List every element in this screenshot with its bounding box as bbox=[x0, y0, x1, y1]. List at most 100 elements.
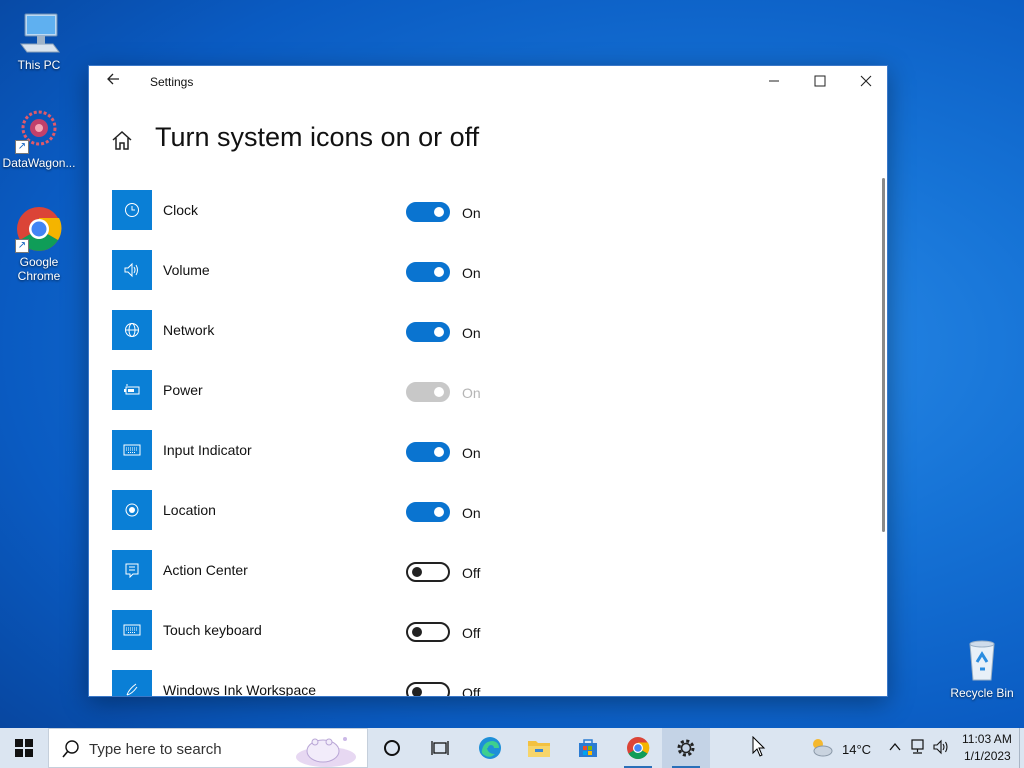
battery-icon bbox=[112, 370, 152, 410]
pen-icon bbox=[112, 670, 152, 696]
system-icons-list: Clock On Volume On Network On Power On I… bbox=[112, 190, 812, 697]
chrome-icon bbox=[627, 737, 650, 759]
toggle-state-text: On bbox=[462, 325, 481, 341]
search-placeholder: Type here to search bbox=[89, 741, 222, 758]
page-title: Turn system icons on or off bbox=[155, 122, 480, 152]
home-icon[interactable] bbox=[109, 128, 135, 154]
toggle-state-text: Off bbox=[462, 685, 481, 697]
desktop-icon-datawagon[interactable]: ↗ DataWagon... bbox=[1, 106, 77, 170]
search-highlight-illustration-icon bbox=[293, 731, 359, 767]
touch-keyboard-toggle[interactable] bbox=[406, 622, 450, 642]
clock-date[interactable]: 1/1/2023 bbox=[964, 749, 1011, 763]
back-arrow-icon[interactable] bbox=[103, 72, 123, 92]
taskbar-edge-button[interactable] bbox=[466, 728, 514, 768]
search-icon bbox=[61, 739, 81, 759]
desktop-icon-google-chrome[interactable]: ↗ Google Chrome bbox=[1, 205, 77, 283]
desktop-icon-label: This PC bbox=[17, 58, 61, 72]
this-pc-icon bbox=[15, 8, 63, 56]
clock-toggle[interactable] bbox=[406, 202, 450, 222]
list-item-action-center: Action Center Off bbox=[112, 550, 812, 610]
clock-icon bbox=[112, 190, 152, 230]
windows-ink-workspace-toggle[interactable] bbox=[406, 682, 450, 696]
network-globe-icon bbox=[112, 310, 152, 350]
taskbar-chrome-button[interactable] bbox=[614, 728, 662, 768]
location-icon bbox=[112, 490, 152, 530]
toggle-state-text: On bbox=[462, 265, 481, 281]
list-item-volume: Volume On bbox=[112, 250, 812, 310]
item-label: Power bbox=[163, 382, 203, 398]
item-label: Clock bbox=[163, 202, 199, 218]
list-item-clock: Clock On bbox=[112, 190, 812, 250]
gear-icon bbox=[677, 739, 695, 757]
volume-speaker-icon[interactable] bbox=[932, 739, 952, 760]
volume-toggle[interactable] bbox=[406, 262, 450, 282]
toggle-state-text: On bbox=[462, 505, 481, 521]
folder-icon bbox=[528, 741, 550, 757]
task-view-icon bbox=[431, 741, 449, 755]
taskbar: Type here to search 14°C 11:03 AM 1/1/20… bbox=[0, 728, 1024, 768]
item-label: Location bbox=[163, 502, 216, 518]
desktop-icon-label: Google Chrome bbox=[17, 255, 61, 283]
desktop-icon-this-pc[interactable]: This PC bbox=[1, 8, 77, 72]
task-view-button[interactable] bbox=[416, 728, 464, 768]
maximize-button[interactable] bbox=[797, 66, 843, 98]
action-center-toggle[interactable] bbox=[406, 562, 450, 582]
show-hidden-icons-chevron-up-icon[interactable] bbox=[888, 740, 902, 759]
list-item-location: Location On bbox=[112, 490, 812, 550]
show-desktop-button[interactable] bbox=[1019, 728, 1024, 768]
recycle-bin-icon bbox=[958, 636, 1006, 684]
windows-logo-icon bbox=[15, 739, 33, 757]
title-bar: Settings bbox=[89, 66, 887, 98]
item-label: Action Center bbox=[163, 562, 248, 578]
item-label: Volume bbox=[163, 262, 210, 278]
scrollbar[interactable] bbox=[882, 178, 885, 532]
weather-temperature[interactable]: 14°C bbox=[842, 742, 871, 757]
shortcut-arrow-icon: ↗ bbox=[15, 140, 29, 154]
desktop-icon-label: Recycle Bin bbox=[950, 686, 1014, 700]
toggle-state-text: On bbox=[462, 445, 481, 461]
action-center-icon bbox=[112, 550, 152, 590]
toggle-state-text: On bbox=[462, 385, 481, 401]
edge-icon bbox=[479, 737, 501, 759]
list-item-input-indicator: Input Indicator On bbox=[112, 430, 812, 490]
taskbar-search-box[interactable]: Type here to search bbox=[48, 728, 368, 768]
toggle-state-text: Off bbox=[462, 625, 481, 641]
network-toggle[interactable] bbox=[406, 322, 450, 342]
datawagon-icon: ↗ bbox=[15, 106, 63, 154]
desktop-icon-recycle-bin[interactable]: Recycle Bin bbox=[944, 636, 1020, 700]
item-label: Input Indicator bbox=[163, 442, 252, 458]
toggle-state-text: Off bbox=[462, 565, 481, 581]
window-title: Settings bbox=[150, 75, 194, 89]
taskbar-settings-button[interactable] bbox=[662, 728, 710, 768]
item-label: Touch keyboard bbox=[163, 622, 262, 638]
item-label: Windows Ink Workspace bbox=[163, 682, 317, 697]
cortana-circle-icon bbox=[384, 740, 400, 756]
network-wired-icon[interactable] bbox=[910, 739, 928, 760]
store-icon bbox=[579, 739, 597, 757]
list-item-power: Power On bbox=[112, 370, 812, 430]
clock-time[interactable]: 11:03 AM bbox=[962, 732, 1012, 746]
power-toggle[interactable] bbox=[406, 382, 450, 402]
minimize-button[interactable] bbox=[751, 66, 797, 98]
keyboard-icon bbox=[112, 430, 152, 470]
list-item-network: Network On bbox=[112, 310, 812, 370]
settings-window: Settings Turn system icons on or off Clo… bbox=[88, 65, 888, 697]
desktop-icon-label: DataWagon... bbox=[2, 156, 76, 170]
start-button[interactable] bbox=[0, 728, 48, 768]
taskbar-file-explorer-button[interactable] bbox=[515, 728, 563, 768]
chrome-icon: ↗ bbox=[15, 205, 63, 253]
list-item-windows-ink-workspace: Windows Ink Workspace Off bbox=[112, 670, 812, 697]
item-label: Network bbox=[163, 322, 215, 338]
touch-keyboard-icon bbox=[112, 610, 152, 650]
mouse-cursor-icon bbox=[752, 735, 766, 763]
close-button[interactable] bbox=[843, 66, 887, 98]
volume-icon bbox=[112, 250, 152, 290]
toggle-state-text: On bbox=[462, 205, 481, 221]
shortcut-arrow-icon: ↗ bbox=[15, 239, 29, 253]
location-toggle[interactable] bbox=[406, 502, 450, 522]
input-indicator-toggle[interactable] bbox=[406, 442, 450, 462]
weather-icon[interactable] bbox=[808, 735, 834, 764]
taskbar-store-button[interactable] bbox=[564, 728, 612, 768]
cortana-button[interactable] bbox=[368, 728, 416, 768]
list-item-touch-keyboard: Touch keyboard Off bbox=[112, 610, 812, 670]
